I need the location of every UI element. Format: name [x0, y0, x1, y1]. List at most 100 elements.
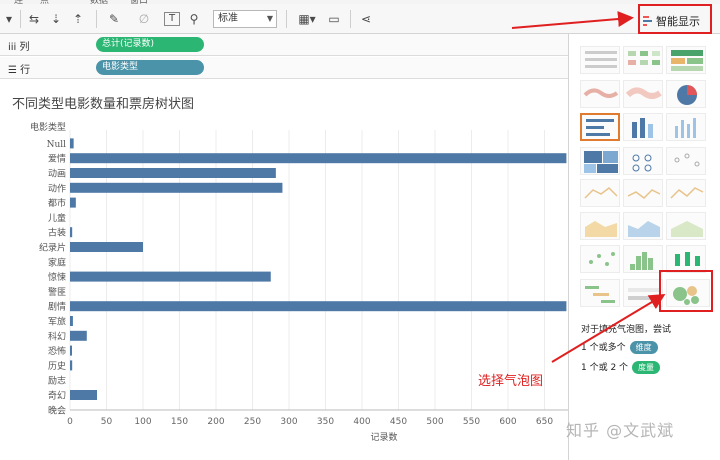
- dual-line-thumb[interactable]: [666, 179, 706, 207]
- bar: [70, 316, 73, 326]
- chart-title: 不同类型电影数量和票房树状图: [12, 97, 195, 112]
- category-label: 晚会: [48, 404, 66, 416]
- stacked-bar-thumb[interactable]: [623, 113, 663, 141]
- fit-select-value: 标准: [218, 13, 238, 24]
- bar: [70, 390, 98, 400]
- y-axis-label: 电影类型: [30, 121, 66, 133]
- x-axis-label: 记录数: [370, 431, 397, 443]
- sort-ascending-icon[interactable]: ⇣: [48, 10, 64, 28]
- side-by-side-bar-thumb[interactable]: [666, 113, 706, 141]
- share-icon[interactable]: ⋖: [358, 10, 374, 28]
- category-label: Null: [47, 140, 67, 150]
- tick-label: 600: [499, 417, 516, 427]
- rows-pill[interactable]: 电影类型: [96, 60, 204, 75]
- circle-view-thumb[interactable]: [623, 147, 663, 175]
- category-label: 儿童: [48, 212, 66, 224]
- category-label: 家庭: [48, 256, 66, 268]
- category-label: 科幻: [48, 330, 66, 342]
- bar: [70, 182, 283, 193]
- tick-label: 350: [317, 417, 334, 427]
- bar: [70, 168, 276, 178]
- requirement-dimensions: 1 个或多个 维度: [581, 340, 658, 354]
- tick-label: 100: [134, 417, 151, 427]
- columns-shelf[interactable]: iii 列 总计(记录数): [0, 34, 568, 56]
- toolbar: ▾ ⇆ ⇣ ⇡ ✎ ∅ T ⚲ 标准 ▼ ▦▾ ▭ ⋖ 智能显示: [0, 4, 720, 34]
- swap-axes-icon[interactable]: ⇆: [26, 10, 42, 28]
- bar: [70, 153, 567, 164]
- category-label: 剧情: [48, 301, 66, 313]
- tick-label: 50: [101, 417, 113, 427]
- requirement-measures: 1 个或 2 个度量: [581, 360, 661, 374]
- category-label: 都市: [48, 197, 66, 209]
- category-label: 奇幻: [48, 390, 66, 402]
- columns-pill[interactable]: 总计(记录数): [96, 37, 204, 52]
- horizontal-bar-thumb[interactable]: [580, 113, 620, 141]
- category-label: 动作: [48, 182, 66, 194]
- tick-label: 550: [463, 417, 480, 427]
- text-table-thumb[interactable]: [580, 46, 620, 74]
- bar: [70, 227, 73, 238]
- dual-combination-thumb[interactable]: [666, 212, 706, 240]
- bar: [70, 360, 73, 371]
- show-me-hint: 对于填充气泡图，尝试: [581, 325, 672, 335]
- bar: [70, 271, 271, 282]
- presentation-icon[interactable]: ▭: [326, 10, 342, 28]
- gantt-chart-thumb[interactable]: [580, 279, 620, 307]
- tick-label: 650: [536, 417, 553, 427]
- pie-chart-thumb[interactable]: [666, 80, 706, 108]
- area-continuous-thumb[interactable]: [580, 212, 620, 240]
- tick-label: 500: [426, 417, 443, 427]
- heat-map-thumb[interactable]: [623, 46, 663, 74]
- category-label: 历史: [48, 360, 66, 372]
- toolbar-divider: [20, 10, 21, 28]
- measure-badge: 度量: [632, 361, 661, 374]
- line-continuous-thumb[interactable]: [580, 179, 620, 207]
- symbol-map-thumb[interactable]: [580, 80, 620, 108]
- bar: [70, 197, 76, 208]
- bullet-graph-thumb[interactable]: [623, 279, 663, 307]
- columns-shelf-label: iii 列: [8, 42, 30, 53]
- show-labels-icon[interactable]: ▦▾: [296, 10, 318, 28]
- show-me-highlight: [638, 4, 712, 34]
- bar: [70, 138, 74, 149]
- highlight-icon[interactable]: ✎: [106, 10, 122, 28]
- tick-label: 200: [207, 417, 224, 427]
- tick-label: 250: [244, 417, 261, 427]
- category-label: 励志: [48, 375, 66, 387]
- bar: [70, 242, 143, 252]
- bar: [70, 301, 567, 312]
- bar: [70, 330, 87, 341]
- tick-label: 400: [353, 417, 370, 427]
- bar: [70, 345, 72, 356]
- side-by-side-circle-thumb[interactable]: [666, 147, 706, 175]
- area-discrete-thumb[interactable]: [623, 212, 663, 240]
- watermark: 知乎 @文武斌: [566, 421, 675, 440]
- label-icon[interactable]: T: [164, 12, 180, 26]
- line-discrete-thumb[interactable]: [623, 179, 663, 207]
- box-plot-thumb[interactable]: [666, 245, 706, 273]
- category-label: 纪录片: [39, 242, 66, 254]
- bubble-chart-highlight: [659, 270, 713, 312]
- histogram-thumb[interactable]: [623, 245, 663, 273]
- category-label: 军旅: [48, 316, 66, 328]
- rows-shelf[interactable]: ☰ 行 电影类型: [0, 57, 568, 79]
- bar-chart: 电影类型 Null 爱情动画动作都市儿童古装纪录片家庭惊悚警匪剧情军旅科幻恐怖历史励…: [30, 121, 568, 443]
- scatter-plot-thumb[interactable]: [580, 245, 620, 273]
- group-icon[interactable]: ∅: [136, 10, 152, 28]
- category-label: 动画: [48, 169, 66, 180]
- filled-map-thumb[interactable]: [623, 80, 663, 108]
- category-label: 警匪: [48, 286, 66, 298]
- pin-icon[interactable]: ⚲: [186, 10, 202, 28]
- treemap-thumb[interactable]: [580, 147, 620, 175]
- sort-descending-icon[interactable]: ⇡: [70, 10, 86, 28]
- fit-select[interactable]: 标准 ▼: [213, 10, 277, 28]
- dropdown-caret-icon[interactable]: ▾: [2, 10, 16, 28]
- highlight-table-thumb[interactable]: [666, 46, 706, 74]
- toolbar-divider: [286, 10, 287, 28]
- tick-label: 450: [390, 417, 407, 427]
- tick-label: 0: [67, 417, 73, 427]
- tick-label: 300: [280, 417, 297, 427]
- annotation-text: 选择气泡图: [478, 374, 544, 389]
- chevron-down-icon: ▼: [266, 14, 273, 23]
- toolbar-divider: [96, 10, 97, 28]
